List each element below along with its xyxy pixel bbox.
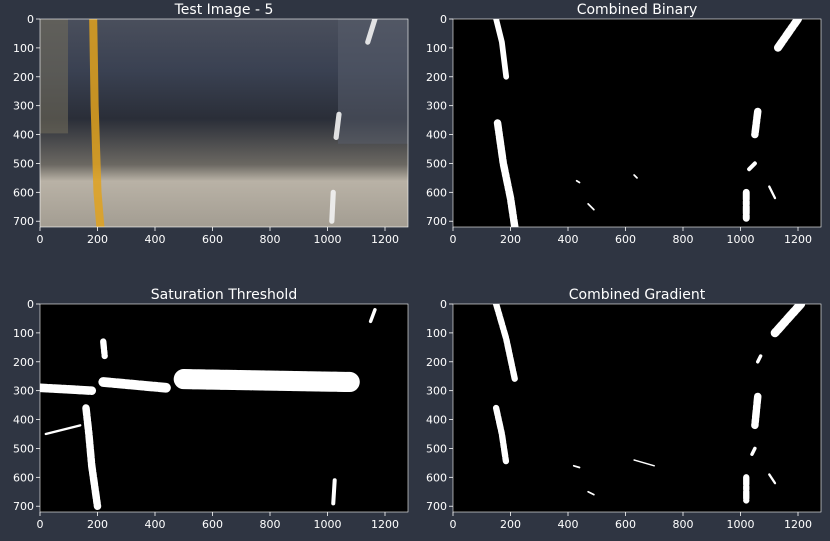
y-tick-label: 300 [13, 100, 34, 113]
y-tick-label: 700 [13, 500, 34, 513]
x-tick-label: 200 [500, 518, 521, 531]
x-tick-label: 600 [202, 233, 223, 246]
center-band [173, 369, 361, 393]
y-tick-label: 100 [13, 42, 34, 55]
left-band-2 [98, 377, 172, 393]
panel-combined-binary: Combined Binary 0 200 400 600 800 1000 1200 0 1… [426, 2, 822, 246]
x-tick-label: 200 [87, 233, 108, 246]
x-tick-label: 1200 [784, 233, 812, 246]
y-tick-label: 200 [13, 356, 34, 369]
y-tick-label: 600 [426, 471, 447, 484]
panel-title: Test Image - 5 [174, 2, 274, 18]
y-tick-label: 600 [13, 186, 34, 199]
y-tick-label: 300 [13, 385, 34, 398]
image-area [453, 304, 821, 512]
panel-title: Saturation Threshold [151, 287, 297, 303]
right-lane-bottom [331, 478, 337, 506]
panel-combined-gradient: Combined Gradient 0 200 400 600 800 1000 1200 … [426, 287, 822, 531]
x-tick-label: 0 [37, 518, 44, 531]
y-tick-label: 200 [426, 356, 447, 369]
x-tick-label: 400 [145, 518, 166, 531]
white-lane-dash-bottom [329, 189, 336, 224]
x-tick-label: 400 [558, 233, 579, 246]
y-tick-label: 700 [426, 215, 447, 228]
x-tick-label: 1200 [371, 518, 399, 531]
image-area [40, 19, 408, 227]
x-tick-label: 600 [615, 233, 636, 246]
left-blob-top [100, 338, 108, 360]
right-lane-mid [751, 392, 762, 430]
x-tick-label: 400 [558, 518, 579, 531]
x-tick-label: 1200 [371, 233, 399, 246]
x-tick-label: 800 [260, 233, 281, 246]
right-vignette [338, 19, 408, 144]
x-tick-label: 600 [202, 518, 223, 531]
left-vignette [40, 19, 68, 134]
x-tick-label: 1000 [314, 233, 342, 246]
y-tick-label: 0 [440, 13, 447, 26]
panel-title: Combined Gradient [569, 287, 706, 303]
y-tick-label: 100 [426, 42, 447, 55]
x-tick-label: 600 [615, 518, 636, 531]
x-tick-label: 1200 [784, 518, 812, 531]
x-tick-label: 800 [673, 233, 694, 246]
y-tick-label: 100 [426, 327, 447, 340]
y-tick-label: 500 [426, 442, 447, 455]
y-tick-label: 200 [426, 71, 447, 84]
y-tick-label: 300 [426, 385, 447, 398]
y-tick-label: 600 [426, 186, 447, 199]
x-tick-label: 1000 [727, 518, 755, 531]
y-tick-label: 400 [426, 414, 447, 427]
left-band [40, 383, 97, 395]
x-tick-label: 0 [450, 518, 457, 531]
y-tick-label: 0 [27, 13, 34, 26]
y-tick-label: 0 [27, 298, 34, 311]
y-tick-label: 700 [13, 215, 34, 228]
y-tick-label: 500 [13, 442, 34, 455]
panel-test-image: Test Image - 5 0 200 400 600 800 1000 1200 0 10… [13, 2, 409, 246]
right-lane-mid [751, 107, 762, 139]
image-area [40, 304, 408, 512]
y-tick-label: 500 [13, 157, 34, 170]
image-area [453, 19, 821, 227]
x-tick-label: 0 [37, 233, 44, 246]
y-tick-label: 700 [426, 500, 447, 513]
y-tick-label: 500 [426, 157, 447, 170]
y-tick-label: 300 [426, 100, 447, 113]
y-tick-label: 200 [13, 71, 34, 84]
x-tick-label: 800 [673, 518, 694, 531]
x-tick-label: 200 [87, 518, 108, 531]
y-tick-label: 400 [426, 129, 447, 142]
panel-title: Combined Binary [577, 2, 698, 18]
x-tick-label: 400 [145, 233, 166, 246]
x-tick-label: 1000 [314, 518, 342, 531]
x-tick-label: 0 [450, 233, 457, 246]
y-tick-label: 600 [13, 471, 34, 484]
white-lane-dash-mid [333, 111, 342, 141]
panel-saturation-threshold: Saturation Threshold 0 200 400 600 800 1000 12… [13, 287, 409, 531]
y-tick-label: 100 [13, 327, 34, 340]
figure: Test Image - 5 0 200 400 600 800 1000 1200 010… [0, 0, 830, 541]
y-tick-label: 0 [440, 298, 447, 311]
x-tick-label: 200 [500, 233, 521, 246]
y-tick-label: 400 [13, 414, 34, 427]
x-tick-label: 1000 [727, 233, 755, 246]
x-tick-label: 800 [260, 518, 281, 531]
y-tick-label: 400 [13, 129, 34, 142]
